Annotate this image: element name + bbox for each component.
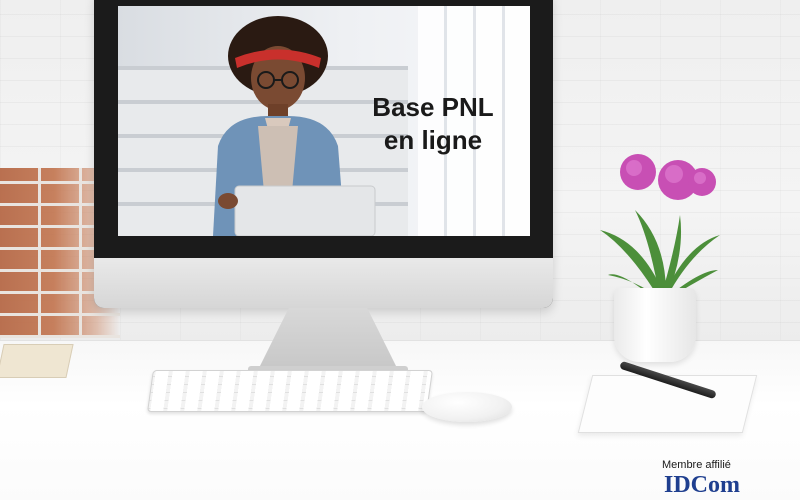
mouse [422, 392, 512, 422]
headline-line-1: Base PNL [372, 92, 494, 122]
monitor-chin [94, 258, 553, 308]
idcom-logo: IDCom [664, 472, 740, 499]
screen-headline: Base PNL en ligne [358, 91, 508, 157]
potted-plant [600, 154, 720, 300]
member-label: Membre affilié [662, 459, 731, 471]
headline-line-2: en ligne [383, 125, 483, 155]
white-flower-pot [614, 288, 696, 362]
logo-suffix: Com [690, 472, 740, 498]
keyboard [147, 370, 433, 412]
logo-prefix: ID [664, 472, 691, 498]
monitor-screen: Base PNL en ligne [118, 6, 530, 236]
notebook-left [0, 344, 74, 378]
